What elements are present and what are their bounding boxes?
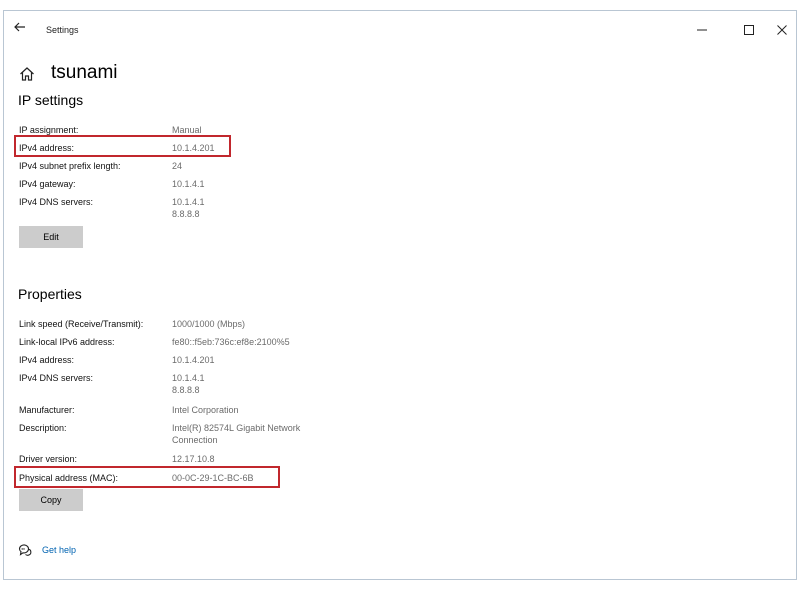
help-chat-icon bbox=[18, 544, 32, 556]
row-value: 10.1.4.1 bbox=[172, 179, 205, 189]
row-value: Intel Corporation bbox=[172, 405, 239, 415]
mac-address-highlight bbox=[14, 466, 280, 488]
row-value: fe80::f5eb:736c:ef8e:2100%5 bbox=[172, 337, 290, 347]
settings-window: Settings tsunami IP settings IP assignme… bbox=[3, 10, 797, 580]
row-label: IPv4 gateway: bbox=[19, 179, 76, 189]
row-value: 10.1.4.1 8.8.8.8 bbox=[172, 197, 205, 219]
get-help-link[interactable]: Get help bbox=[42, 545, 76, 555]
row-value: 1000/1000 (Mbps) bbox=[172, 319, 246, 329]
row-label: IPv4 DNS servers: bbox=[19, 373, 94, 383]
row-value: 10.1.4.1 8.8.8.8 bbox=[172, 373, 205, 395]
home-icon[interactable] bbox=[19, 66, 35, 82]
properties-heading: Properties bbox=[18, 286, 82, 302]
row-label: Manufacturer: bbox=[19, 405, 75, 415]
ipv4-address-highlight bbox=[14, 135, 231, 157]
copy-button[interactable]: Copy bbox=[19, 489, 83, 511]
row-value: 12.17.10.8 bbox=[172, 454, 215, 464]
row-value: Intel(R) 82574L Gigabit Network Connecti… bbox=[172, 423, 301, 445]
row-label: IPv4 address: bbox=[19, 355, 75, 365]
row-value: 24 bbox=[172, 161, 183, 171]
page-title: tsunami bbox=[51, 62, 118, 83]
edit-button[interactable]: Edit bbox=[19, 226, 83, 248]
row-label: IPv4 subnet prefix length: bbox=[19, 161, 121, 171]
row-label: Driver version: bbox=[19, 454, 78, 464]
ip-settings-heading: IP settings bbox=[18, 92, 84, 108]
minimize-icon[interactable] bbox=[695, 23, 709, 37]
row-label: Description: bbox=[19, 423, 67, 433]
row-label: Link speed (Receive/Transmit): bbox=[19, 319, 144, 329]
maximize-icon[interactable] bbox=[742, 23, 756, 37]
title-bar: Settings bbox=[4, 11, 796, 43]
back-arrow-icon[interactable] bbox=[12, 19, 28, 35]
row-label: IPv4 DNS servers: bbox=[19, 197, 94, 207]
row-value: 10.1.4.201 bbox=[172, 355, 215, 365]
app-title: Settings bbox=[46, 25, 79, 35]
close-icon[interactable] bbox=[775, 23, 789, 37]
row-label: Link-local IPv6 address: bbox=[19, 337, 115, 347]
